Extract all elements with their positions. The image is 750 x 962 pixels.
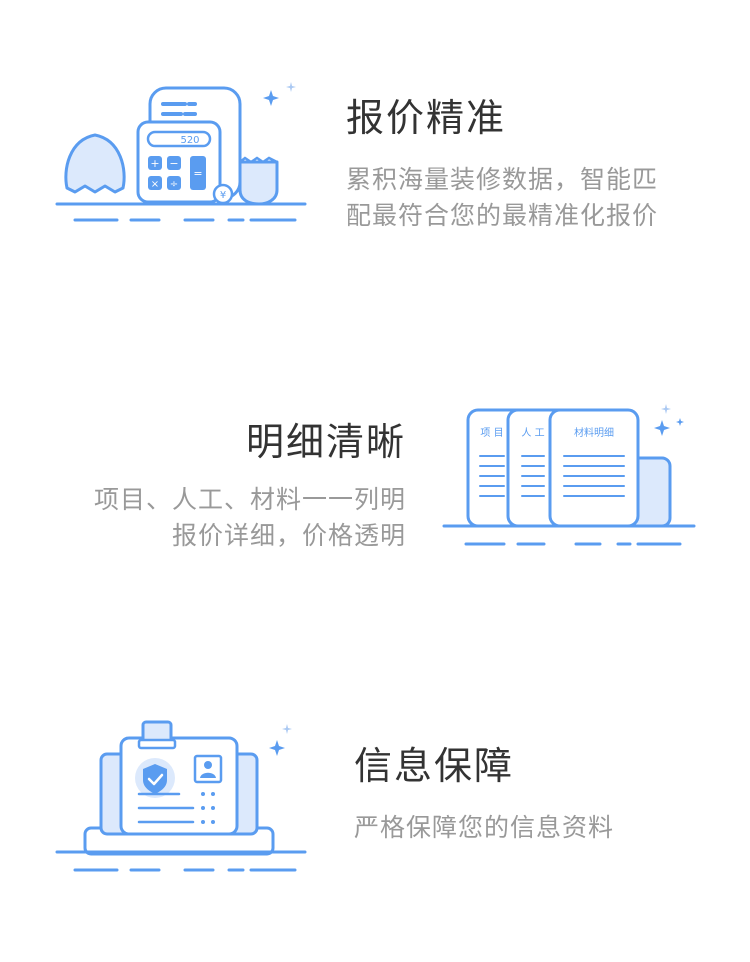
svg-text:=: = — [193, 167, 202, 180]
feature-title: 信息保障 — [354, 744, 515, 788]
svg-text:÷: ÷ — [170, 179, 178, 190]
feature-desc-line: 配最符合您的最精准化报价 — [346, 201, 659, 230]
coin-symbol: ¥ — [220, 190, 226, 201]
calculator-icon: 520 + − × ÷ = ¥ — [55, 80, 310, 230]
svg-text:×: × — [151, 179, 159, 190]
feature-desc-line: 严格保障您的信息资料 — [354, 813, 615, 842]
feature-title: 报价精准 — [346, 96, 507, 140]
svg-text:−: − — [169, 157, 178, 170]
feature-desc-line: 累积海量装修数据，智能匹 — [346, 165, 659, 194]
doc-label: 项 目 — [480, 427, 503, 439]
feature-clear-details: 明细清晰 项目、人工、材料一一列明 报价详细，价格透明 项 目 人 工 材料明细 — [0, 380, 750, 600]
feature-accurate-quote: 520 + − × ÷ = ¥ 报价精准 累积海量装修数据，智能匹 配最符合您的… — [0, 0, 750, 260]
doc-label: 人 工 — [521, 427, 544, 439]
feature-desc-line: 项目、人工、材料一一列明 — [93, 485, 406, 514]
feature-desc-line: 报价详细，价格透明 — [171, 521, 406, 550]
document-list-icon: 项 目 人 工 材料明细 — [440, 400, 700, 550]
id-card-shield-icon — [55, 718, 310, 878]
doc-label: 材料明细 — [574, 426, 614, 439]
svg-text:+: + — [150, 157, 159, 170]
calculator-display: 520 — [180, 135, 199, 146]
feature-info-security: 信息保障 严格保障您的信息资料 — [0, 700, 750, 900]
feature-title: 明细清晰 — [245, 420, 406, 464]
